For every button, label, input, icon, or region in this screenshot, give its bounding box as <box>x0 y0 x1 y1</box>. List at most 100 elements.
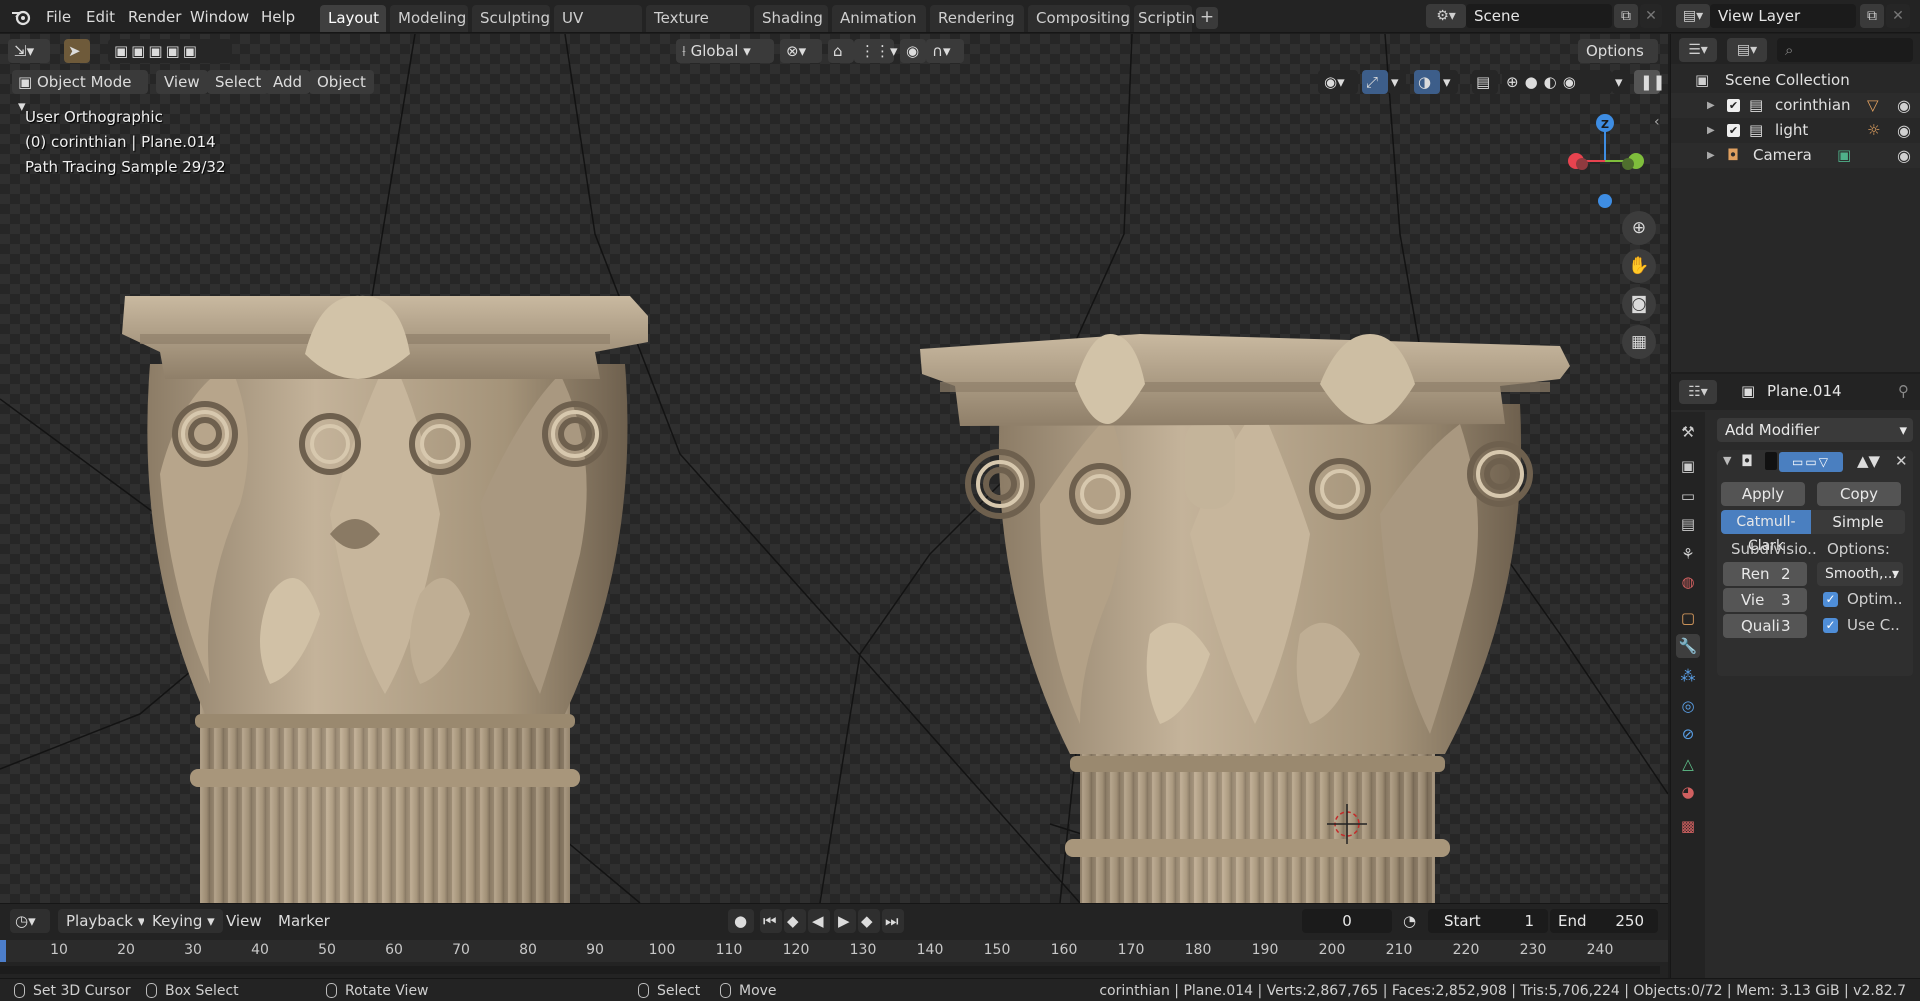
blender-logo-icon[interactable] <box>10 7 32 27</box>
eye-icon[interactable]: ◉ <box>1897 118 1911 143</box>
jump-end-icon[interactable]: ⏭ <box>882 909 904 933</box>
outliner-search-input[interactable]: ⌕ <box>1777 38 1913 62</box>
editor-type-button[interactable]: ⇲▾ <box>8 39 50 63</box>
ortho-grid-icon[interactable]: ▦ <box>1622 325 1656 359</box>
menu-keying[interactable]: Keying ▾ <box>144 909 223 933</box>
outliner-item-light[interactable]: ▶ ✔ ▤ light ☼ ◉ <box>1671 118 1920 143</box>
tab-sculpting[interactable]: Sculpting <box>472 5 550 32</box>
menu-edit[interactable]: Edit <box>80 6 121 28</box>
exclude-checkbox[interactable]: ✔ <box>1727 124 1740 137</box>
overlays-dropdown-icon[interactable]: ▾ <box>1440 70 1458 94</box>
exclude-checkbox[interactable]: ✔ <box>1727 99 1740 112</box>
zoom-icon[interactable]: ⊕ <box>1622 211 1656 245</box>
playhead-marker[interactable] <box>0 940 6 962</box>
proportional-edit-icon[interactable]: ◉ <box>900 39 926 63</box>
expand-arrow-icon[interactable]: ▶ <box>1707 143 1715 168</box>
tab-animation[interactable]: Animation <box>832 5 926 32</box>
view-layer-browse-button[interactable]: ▤▾ <box>1676 4 1710 28</box>
collapse-arrow-icon[interactable]: ▼ <box>1723 454 1731 467</box>
quality-field[interactable]: Quali 3 <box>1723 614 1807 638</box>
render-tab-icon[interactable]: ▣ <box>1676 454 1700 478</box>
use-creases-checkbox[interactable]: ✓ <box>1823 618 1838 633</box>
menu-add[interactable]: Add <box>265 70 311 94</box>
eye-icon[interactable]: ◉ <box>1897 143 1911 168</box>
prev-keyframe-icon[interactable]: ◆ <box>784 909 806 933</box>
mode-dropdown[interactable]: ▣ Object Mode ▾ <box>12 70 148 115</box>
expand-arrow-icon[interactable]: ▶ <box>1707 118 1715 143</box>
next-keyframe-icon[interactable]: ◆ <box>858 909 880 933</box>
filter-funnel-icon[interactable]: ▽ <box>1867 93 1879 118</box>
scene-name-field[interactable]: Scene <box>1466 4 1612 28</box>
modifier-visibility-toggles[interactable]: ▭▭▽ <box>1779 452 1843 472</box>
play-reverse-icon[interactable]: ◀ <box>808 909 830 933</box>
pin-icon[interactable]: ⚲ <box>1898 382 1909 400</box>
stopwatch-icon[interactable]: ◔ <box>1398 909 1424 933</box>
viewport-levels-field[interactable]: Vie 3 <box>1723 588 1807 612</box>
scene-tab-icon[interactable]: ⚘ <box>1676 542 1700 566</box>
apply-button[interactable]: Apply <box>1721 482 1805 506</box>
scene-browse-button[interactable]: ⚙▾ <box>1426 4 1466 28</box>
select-tool-icon[interactable]: ➤ <box>64 39 90 63</box>
shading-mode-buttons[interactable]: ⊕●◐◉ <box>1502 70 1612 94</box>
timeline-menu-view[interactable]: View <box>218 909 270 933</box>
menu-view[interactable]: View <box>156 70 208 94</box>
view-layer-tab-icon[interactable]: ▤ <box>1676 512 1700 536</box>
camera-data-icon[interactable]: ▣ <box>1837 143 1851 168</box>
options-dropdown[interactable]: Options ▾ <box>1578 39 1658 84</box>
pivot-point-dropdown[interactable]: ⊗▾ <box>780 39 822 63</box>
add-workspace-icon[interactable]: + <box>1196 7 1218 29</box>
tab-scripting[interactable]: Scripting <box>1134 5 1205 32</box>
modifier-tab-icon[interactable]: 🔧 <box>1676 634 1700 658</box>
start-frame-field[interactable]: Start 1 <box>1428 909 1548 933</box>
move-up-down-icon[interactable]: ▲▼ <box>1857 452 1880 470</box>
uv-smooth-dropdown[interactable]: Smooth,... ▾ <box>1817 562 1903 586</box>
optimal-display-checkbox[interactable]: ✓ <box>1823 592 1838 607</box>
particles-tab-icon[interactable]: ⁂ <box>1676 664 1700 688</box>
object-tab-icon[interactable]: ▢ <box>1676 606 1700 630</box>
outliner-scene-collection[interactable]: ▣ Scene Collection <box>1671 68 1920 93</box>
tab-shading[interactable]: Shading <box>754 5 828 32</box>
menu-object[interactable]: Object <box>309 70 374 94</box>
pause-render-icon[interactable]: ❚❚ <box>1634 70 1665 94</box>
add-modifier-dropdown[interactable]: Add Modifier ▾ <box>1717 418 1913 442</box>
menu-file[interactable]: File <box>40 6 77 28</box>
tool-tab-icon[interactable]: ⚒ <box>1676 420 1700 444</box>
snap-target-dropdown[interactable]: ⋮⋮▾ <box>854 39 898 63</box>
render-levels-field[interactable]: Ren 2 <box>1723 562 1807 586</box>
material-tab-icon[interactable]: ◕ <box>1676 780 1700 804</box>
frame-ruler[interactable]: 10 20 30 40 50 60 70 80 90 100 110 120 1… <box>0 940 1668 962</box>
outliner-item-corinthian[interactable]: ▶ ✔ ▤ corinthian ▽ ◉ <box>1671 93 1920 118</box>
physics-tab-icon[interactable]: ◎ <box>1676 694 1700 718</box>
camera-view-icon[interactable]: ◙ <box>1622 287 1656 321</box>
new-view-layer-icon[interactable]: ⧉ <box>1860 4 1884 28</box>
menu-select[interactable]: Select <box>207 70 270 94</box>
copy-button[interactable]: Copy <box>1817 482 1901 506</box>
eye-icon[interactable]: ◉ <box>1897 93 1911 118</box>
current-frame-field[interactable]: 0 <box>1302 909 1392 933</box>
output-tab-icon[interactable]: ▭ <box>1676 484 1700 508</box>
jump-start-icon[interactable]: ⏮ <box>760 909 782 933</box>
catmull-clark-toggle[interactable]: Catmull-Clark <box>1721 510 1811 554</box>
simple-toggle[interactable]: Simple <box>1811 510 1905 534</box>
texture-tab-icon[interactable]: ▩ <box>1676 814 1700 838</box>
tab-uv-editing[interactable]: UV Editing <box>554 5 642 54</box>
delete-scene-icon[interactable]: ✕ <box>1640 4 1662 28</box>
tab-rendering[interactable]: Rendering <box>930 5 1024 32</box>
sidebar-toggle-icon[interactable]: ‹ <box>1654 114 1660 130</box>
snap-toggle-icon[interactable]: ⌂ <box>828 39 854 63</box>
timeline-scrollbar[interactable] <box>0 966 1660 974</box>
tab-compositing[interactable]: Compositing <box>1028 5 1130 32</box>
modifier-name-field[interactable] <box>1765 452 1777 470</box>
tab-layout[interactable]: Layout <box>320 5 386 32</box>
tab-texture-paint[interactable]: Texture Paint <box>646 5 750 54</box>
timeline-editor-type-button[interactable]: ◷▾ <box>10 909 50 933</box>
remove-modifier-icon[interactable]: ✕ <box>1895 452 1908 470</box>
view-layer-name-field[interactable]: View Layer <box>1710 4 1856 28</box>
gizmo-toggle-icon[interactable]: ⤢ <box>1362 70 1388 94</box>
record-keyframe-icon[interactable]: ● <box>728 909 754 933</box>
play-icon[interactable]: ▶ <box>834 909 856 933</box>
menu-playback[interactable]: Playback ▾ <box>58 909 154 933</box>
expand-arrow-icon[interactable]: ▶ <box>1707 93 1715 118</box>
properties-editor-type-button[interactable]: ☷▾ <box>1679 380 1717 404</box>
light-bulb-icon[interactable]: ☼ <box>1867 118 1880 143</box>
